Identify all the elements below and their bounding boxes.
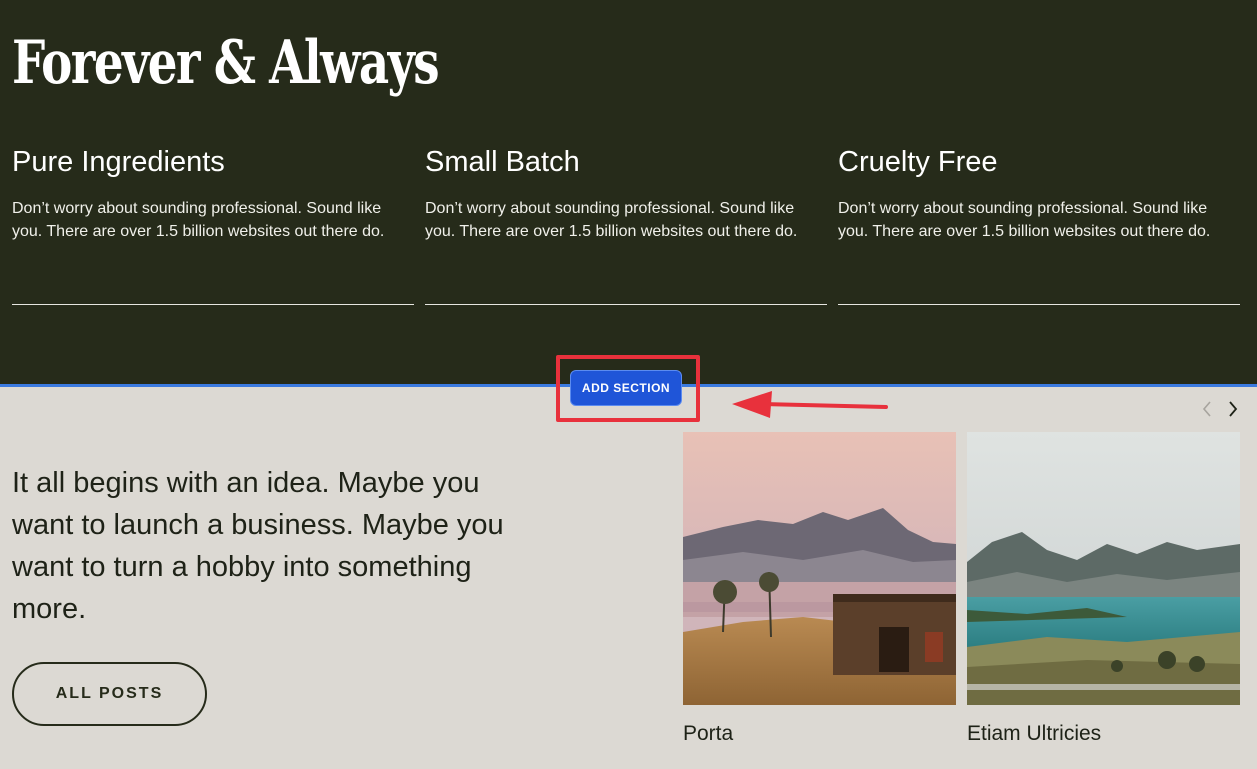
feature-body: Don’t worry about sounding professional.…: [425, 200, 798, 240]
feature-divider: [12, 304, 414, 305]
blog-intro-text: It all begins with an idea. Maybe you wa…: [12, 467, 504, 625]
carousel-prev-button[interactable]: [1196, 398, 1218, 420]
carousel-next-button[interactable]: [1222, 398, 1244, 420]
chevron-right-icon: [1229, 401, 1238, 417]
feature-small-batch: Small Batch Don’t worry about sounding p…: [425, 144, 827, 305]
features-section: Forever & Always Pure Ingredients Don’t …: [0, 0, 1257, 386]
landscape-lake-image: [967, 432, 1240, 705]
feature-divider: [838, 304, 1240, 305]
landscape-cabin-image: [683, 432, 956, 705]
feature-divider: [425, 304, 827, 305]
feature-title: Pure Ingredients: [12, 146, 225, 178]
feature-title: Small Batch: [425, 146, 580, 178]
annotation-arrow-icon: [732, 391, 888, 418]
post-title[interactable]: Etiam Ultricies: [967, 721, 1240, 747]
feature-cruelty-free: Cruelty Free Don’t worry about sounding …: [838, 144, 1240, 305]
feature-body: Don’t worry about sounding professional.…: [12, 200, 385, 240]
add-section-button[interactable]: ADD SECTION: [570, 370, 682, 406]
site-title[interactable]: Forever & Always: [12, 26, 440, 100]
all-posts-button[interactable]: ALL POSTS: [12, 662, 207, 726]
chevron-left-icon: [1202, 401, 1211, 417]
post-title[interactable]: Porta: [683, 721, 956, 747]
blog-post-card[interactable]: Porta: [683, 432, 956, 747]
post-thumbnail[interactable]: [967, 432, 1240, 705]
blog-post-card[interactable]: Etiam Ultricies: [967, 432, 1240, 747]
feature-pure-ingredients: Pure Ingredients Don’t worry about sound…: [12, 144, 414, 305]
post-thumbnail[interactable]: [683, 432, 956, 705]
feature-body: Don’t worry about sounding professional.…: [838, 200, 1211, 240]
feature-title: Cruelty Free: [838, 146, 998, 178]
